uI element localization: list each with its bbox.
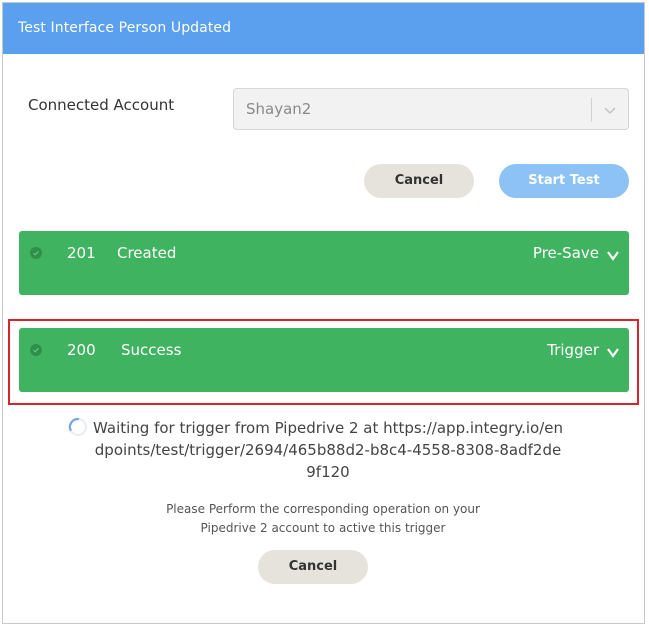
chevron-down-icon[interactable] — [606, 344, 620, 358]
connected-account-select[interactable]: Shayan2 — [233, 88, 629, 130]
result-row-trigger[interactable]: 200 Success Trigger — [19, 328, 629, 392]
status-code: 200 — [67, 341, 96, 359]
status-text: Created — [117, 244, 177, 262]
instruction-text: Please Perform the corresponding operati… — [166, 502, 480, 535]
stage-label: Trigger — [547, 341, 599, 359]
waiting-for-trigger-text: Waiting for trigger from Pipedrive 2 at … — [93, 419, 563, 481]
stage-label: Pre-Save — [532, 244, 599, 262]
test-interface-dialog: Test Interface Person Updated Connected … — [2, 2, 645, 624]
connected-account-label: Connected Account — [28, 96, 175, 114]
start-test-button[interactable]: Start Test — [499, 164, 629, 198]
connected-account-value: Shayan2 — [246, 100, 312, 118]
cancel-button[interactable]: Cancel — [364, 164, 474, 198]
check-circle-icon — [30, 344, 42, 356]
cancel-button-bottom[interactable]: Cancel — [258, 550, 368, 584]
dialog-header: Test Interface Person Updated — [3, 3, 644, 54]
check-circle-icon — [30, 247, 42, 259]
result-row-pre-save[interactable]: 201 Created Pre-Save — [19, 231, 629, 295]
chevron-down-icon[interactable] — [602, 102, 618, 118]
dialog-title: Test Interface Person Updated — [18, 20, 232, 36]
status-text: Success — [121, 341, 182, 359]
spinner-icon — [68, 417, 88, 437]
status-code: 201 — [67, 244, 96, 262]
select-separator — [591, 98, 592, 122]
chevron-down-icon[interactable] — [606, 247, 620, 261]
